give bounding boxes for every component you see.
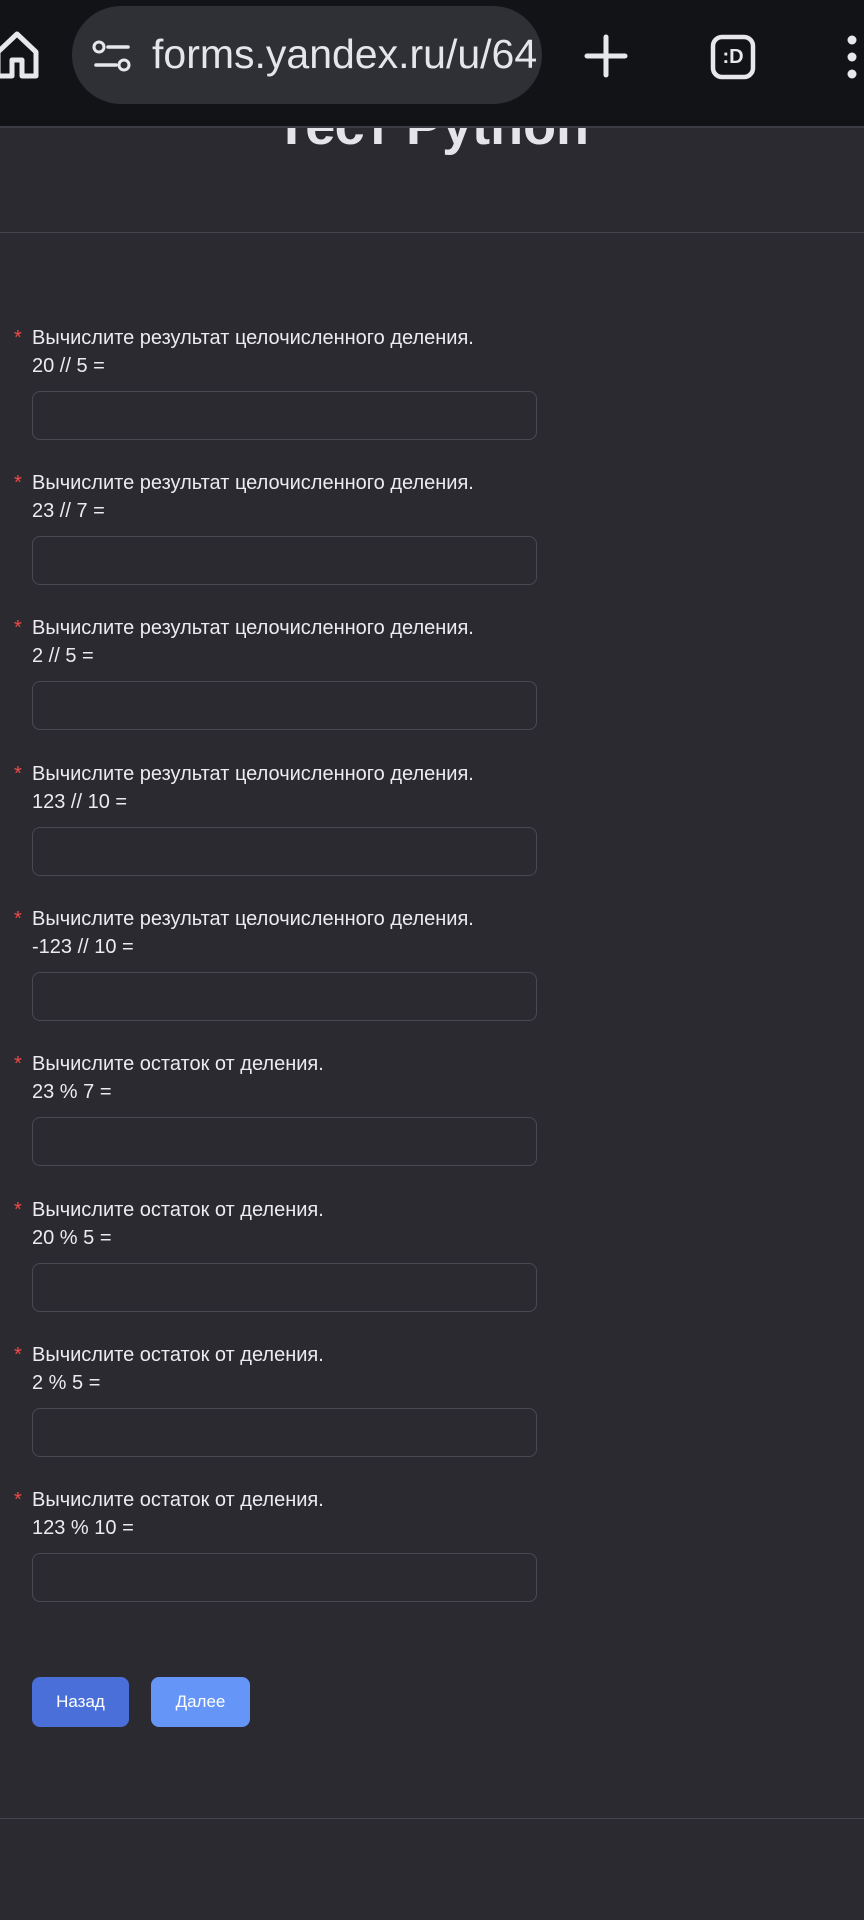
address-bar[interactable]: forms.yandex.ru/u/64 xyxy=(72,6,542,104)
question-label: Вычислите остаток от деления. 123 % 10 = xyxy=(32,1489,324,1539)
answer-input[interactable] xyxy=(32,536,537,585)
browser-toolbar: forms.yandex.ru/u/64 :D xyxy=(0,0,864,128)
question-label: Вычислите результат целочисленного делен… xyxy=(32,472,474,522)
answer-input[interactable] xyxy=(32,1408,537,1457)
required-mark: * xyxy=(14,1489,22,1511)
required-mark: * xyxy=(14,472,22,494)
required-mark: * xyxy=(14,908,22,930)
required-mark: * xyxy=(14,327,22,349)
question-label: Вычислите результат целочисленного делен… xyxy=(32,908,474,958)
answer-input[interactable] xyxy=(32,1263,537,1312)
next-button[interactable]: Далее xyxy=(151,1677,250,1727)
back-button[interactable]: Назад xyxy=(32,1677,129,1727)
answer-input[interactable] xyxy=(32,681,537,730)
question-label: Вычислите результат целочисленного делен… xyxy=(32,763,474,813)
answer-input[interactable] xyxy=(32,1553,537,1602)
required-mark: * xyxy=(14,763,22,785)
question-label: Вычислите результат целочисленного делен… xyxy=(32,617,474,667)
required-mark: * xyxy=(14,617,22,639)
question-label: Вычислите результат целочисленного делен… xyxy=(32,327,474,377)
question-item: * Вычислите результат целочисленного дел… xyxy=(0,469,864,609)
question-item: * Вычислите остаток от деления. 123 % 10… xyxy=(0,1486,864,1626)
required-mark: * xyxy=(14,1199,22,1221)
form-header: Тест Python xyxy=(0,128,864,234)
question-label: Вычислите остаток от деления. 23 % 7 = xyxy=(32,1053,324,1103)
question-item: * Вычислите результат целочисленного дел… xyxy=(0,905,864,1045)
page-title: Тест Python xyxy=(0,128,864,156)
answer-input[interactable] xyxy=(32,1117,537,1166)
question-item: * Вычислите остаток от деления. 23 % 7 = xyxy=(0,1050,864,1190)
site-settings-icon[interactable] xyxy=(92,40,132,72)
new-tab-icon[interactable] xyxy=(584,34,628,78)
tab-switcher-button[interactable]: :D xyxy=(710,34,756,80)
answer-input[interactable] xyxy=(32,972,537,1021)
url-text[interactable]: forms.yandex.ru/u/64 xyxy=(152,30,542,78)
question-item: * Вычислите остаток от деления. 20 % 5 = xyxy=(0,1196,864,1336)
question-item: * Вычислите результат целочисленного дел… xyxy=(0,614,864,754)
question-item: * Вычислите результат целочисленного дел… xyxy=(0,760,864,900)
tab-switcher-label: :D xyxy=(722,46,744,68)
required-mark: * xyxy=(14,1053,22,1075)
required-mark: * xyxy=(14,1344,22,1366)
question-label: Вычислите остаток от деления. 2 % 5 = xyxy=(32,1344,324,1394)
answer-input[interactable] xyxy=(32,827,537,876)
home-icon[interactable] xyxy=(0,28,40,80)
answer-input[interactable] xyxy=(32,391,537,440)
question-label: Вычислите остаток от деления. 20 % 5 = xyxy=(32,1199,324,1249)
header-divider xyxy=(0,232,864,233)
more-menu-icon[interactable] xyxy=(842,34,862,80)
question-item: * Вычислите результат целочисленного дел… xyxy=(0,324,864,464)
question-item: * Вычислите остаток от деления. 2 % 5 = xyxy=(0,1341,864,1481)
footer-divider xyxy=(0,1818,864,1819)
